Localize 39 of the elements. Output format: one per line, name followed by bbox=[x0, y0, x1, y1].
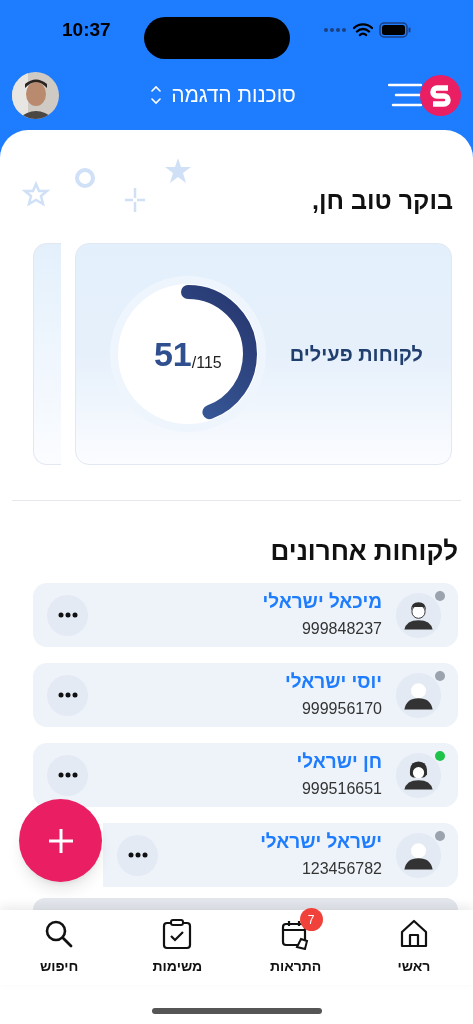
status-time: 10:37 bbox=[62, 17, 111, 42]
avatar-icon bbox=[395, 591, 442, 639]
more-icon bbox=[57, 692, 78, 698]
clipboard-check-icon bbox=[161, 918, 194, 950]
customer-name[interactable]: חן ישראלי bbox=[296, 751, 382, 773]
nav-tab[interactable]: חיפוש bbox=[14, 908, 105, 977]
customer-id: 999956170 bbox=[300, 699, 382, 719]
more-button[interactable] bbox=[117, 834, 158, 876]
customer-id: 999516651 bbox=[300, 779, 382, 799]
nav-tab[interactable]: משימות bbox=[132, 908, 223, 977]
logo-icon[interactable] bbox=[420, 74, 461, 116]
greeting-heading: בוקר טוב חן, bbox=[312, 185, 453, 216]
avatar-icon bbox=[395, 671, 442, 719]
nav-tab[interactable]: ראשי bbox=[368, 908, 459, 977]
more-icon bbox=[57, 612, 78, 618]
customer-id: 999848237 bbox=[300, 619, 382, 639]
menu-icon[interactable] bbox=[388, 83, 422, 107]
notification-badge: 7 bbox=[299, 908, 323, 931]
agency-switcher[interactable]: סוכנות הדגמה bbox=[151, 79, 296, 111]
more-icon bbox=[57, 772, 78, 778]
avatar-icon bbox=[395, 751, 442, 799]
section-heading: לקוחות אחרונים bbox=[269, 535, 458, 568]
stat-total: /115 bbox=[191, 354, 222, 373]
stat-label: לקוחות פעילים bbox=[289, 342, 423, 367]
wifi-icon bbox=[353, 22, 373, 38]
customer-name[interactable]: מיכאל ישראלי bbox=[262, 591, 382, 613]
more-button[interactable] bbox=[47, 594, 88, 636]
customer-name[interactable]: יוסי ישראלי bbox=[285, 671, 382, 693]
customer-id: 123456782 bbox=[300, 859, 382, 879]
more-button[interactable] bbox=[47, 754, 88, 796]
more-icon bbox=[127, 852, 148, 858]
signal-icon bbox=[323, 27, 347, 33]
customer-name[interactable]: ישראל ישראלי bbox=[260, 831, 382, 853]
avatar-icon bbox=[395, 831, 442, 879]
plus-icon bbox=[46, 826, 75, 855]
stat-value: 51 bbox=[153, 333, 192, 375]
more-button[interactable] bbox=[47, 674, 88, 716]
battery-icon bbox=[379, 22, 411, 38]
chevron-up-down-icon bbox=[151, 85, 162, 105]
